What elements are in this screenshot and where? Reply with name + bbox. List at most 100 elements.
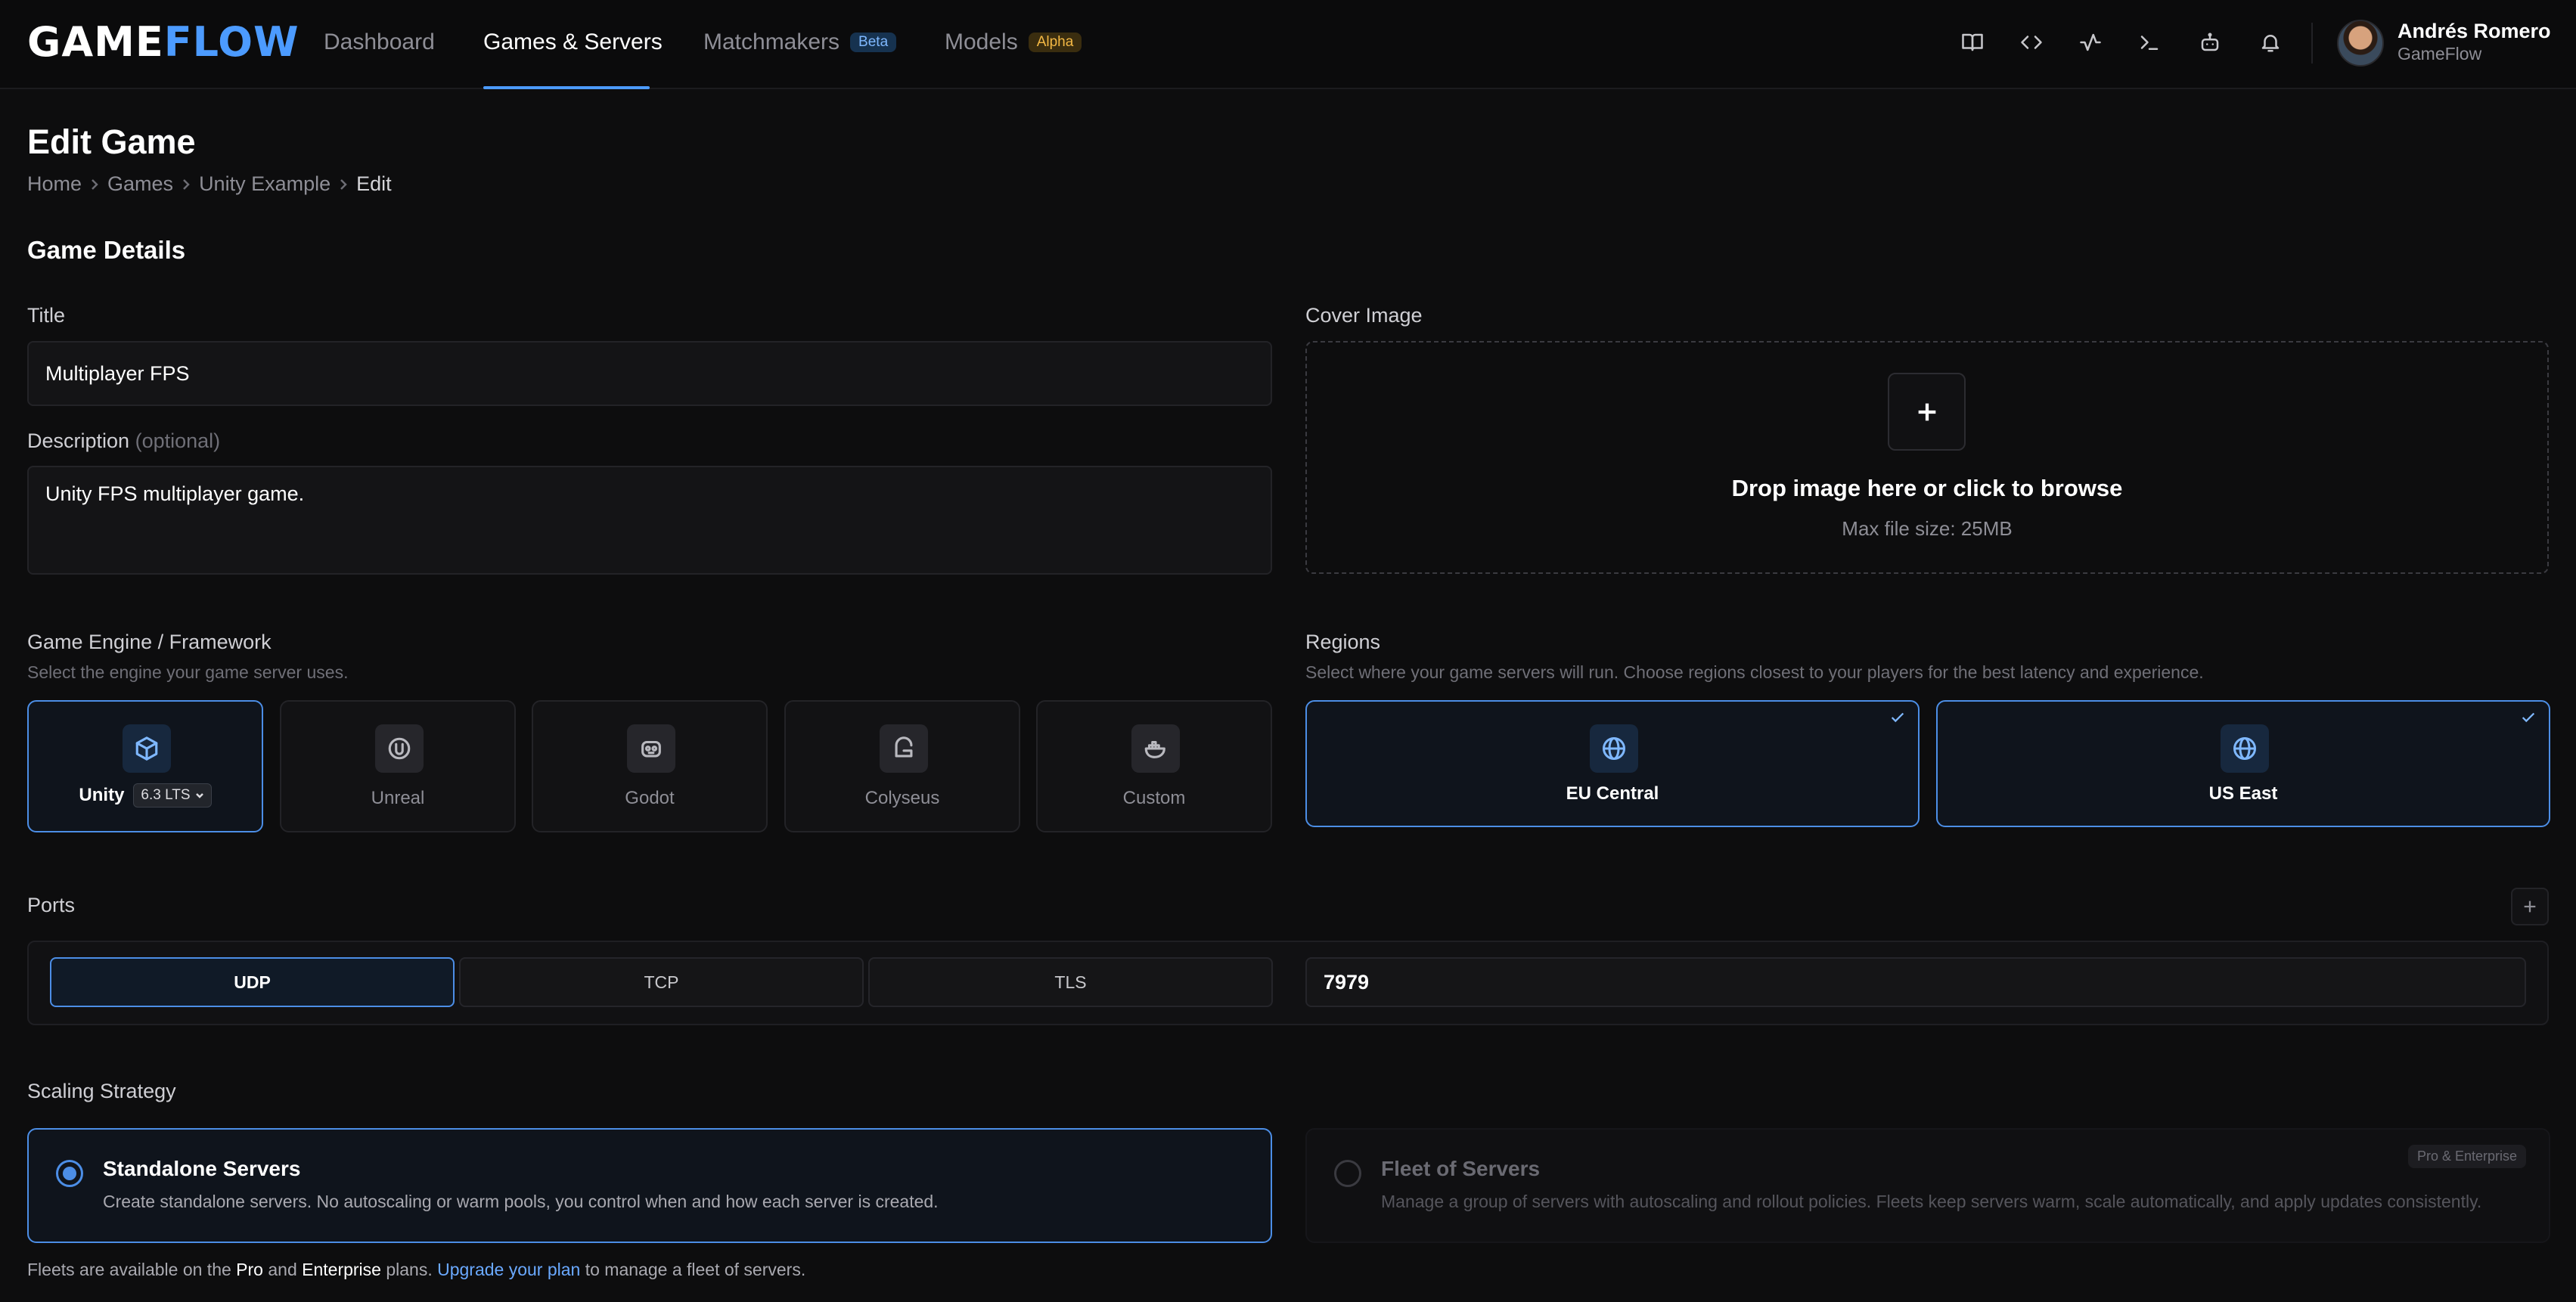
- description-label: Description (optional): [27, 429, 220, 453]
- check-icon: [2520, 709, 2537, 726]
- robot-icon[interactable]: [2196, 29, 2224, 56]
- chevron-right-icon: [331, 178, 356, 191]
- chevron-right-icon: [173, 178, 199, 191]
- nav-link-models-label: Models: [945, 29, 1018, 54]
- port-number-input[interactable]: 7979: [1305, 957, 2526, 1007]
- regions-label: Regions: [1305, 631, 1381, 653]
- standalone-description: Create standalone servers. No autoscalin…: [103, 1192, 939, 1211]
- note-text-4: to manage a fleet of servers.: [580, 1260, 806, 1279]
- chevron-down-icon: [195, 793, 203, 798]
- title-input-value: Multiplayer FPS: [45, 361, 190, 385]
- game-details-heading: Game Details: [27, 236, 186, 264]
- upgrade-plan-link[interactable]: Upgrade your plan: [437, 1260, 580, 1279]
- unity-version-value: 6.3 LTS: [141, 787, 191, 803]
- region-option-eu-central[interactable]: EU Central: [1305, 700, 1920, 827]
- title-input[interactable]: Multiplayer FPS: [27, 341, 1272, 406]
- engine-name-colyseus: Colyseus: [864, 788, 940, 808]
- ports-label: Ports: [27, 894, 76, 916]
- breadcrumb-edit: Edit: [356, 172, 392, 195]
- unity-icon: [123, 724, 171, 773]
- breadcrumb: Home Games Unity Example Edit: [27, 172, 392, 196]
- logo-text-flow: FLOW: [163, 18, 299, 66]
- port-number-value: 7979: [1324, 970, 1370, 994]
- description-label-text: Description: [27, 429, 130, 452]
- activity-icon[interactable]: [2077, 29, 2104, 56]
- note-pro: Pro: [236, 1260, 263, 1279]
- avatar[interactable]: [2337, 20, 2384, 67]
- code-icon[interactable]: [2018, 29, 2045, 56]
- engine-option-godot[interactable]: Godot: [532, 700, 768, 832]
- godot-icon: [627, 724, 675, 773]
- breadcrumb-games[interactable]: Games: [107, 172, 173, 196]
- note-text-2: and: [262, 1260, 303, 1279]
- engine-name-custom: Custom: [1122, 788, 1186, 808]
- logo-text-game: GAME: [27, 18, 164, 66]
- plan-badge: Pro & Enterprise: [2407, 1145, 2526, 1168]
- top-navigation-bar: GAMEFLOW Dashboard Games & Servers Match…: [0, 0, 2576, 89]
- cover-image-label: Cover Image: [1305, 304, 1423, 327]
- fleet-availability-note: Fleets are available on the Pro and Ente…: [27, 1260, 805, 1280]
- globe-icon: [1590, 724, 1638, 773]
- globe-icon: [2221, 724, 2269, 773]
- engine-name-godot: Godot: [625, 788, 675, 808]
- title-label: Title: [27, 304, 66, 327]
- nav-divider: [2311, 23, 2313, 64]
- protocol-tcp-button[interactable]: TCP: [459, 957, 864, 1007]
- scaling-option-standalone[interactable]: Standalone Servers Create standalone ser…: [27, 1128, 1272, 1243]
- nav-link-matchmakers-label: Matchmakers: [703, 29, 840, 54]
- colyseus-icon: [880, 724, 928, 773]
- engine-help: Select the engine your game server uses.: [27, 662, 349, 682]
- docker-icon: [1131, 724, 1180, 773]
- description-textarea[interactable]: Unity FPS multiplayer game.: [27, 466, 1272, 575]
- dropzone-instruction: Drop image here or click to browse: [1731, 475, 2123, 501]
- engine-name-unreal: Unreal: [371, 788, 425, 808]
- engine-option-colyseus[interactable]: Colyseus: [784, 700, 1020, 832]
- nav-link-games-servers[interactable]: Games & Servers: [483, 29, 663, 56]
- unity-version-select[interactable]: 6.3 LTS: [133, 783, 212, 808]
- nav-link-dashboard[interactable]: Dashboard: [324, 29, 435, 56]
- user-name: Andrés Romero: [2398, 20, 2551, 42]
- user-organization: GameFlow: [2398, 44, 2482, 64]
- plus-icon: [2524, 901, 2536, 913]
- check-icon: [1889, 709, 1906, 726]
- fleet-title: Fleet of Servers: [1381, 1157, 1541, 1180]
- note-text-1: Fleets are available on the: [27, 1260, 237, 1279]
- engine-option-unreal[interactable]: Unreal: [280, 700, 516, 832]
- nav-link-matchmakers[interactable]: Matchmakers Beta: [703, 29, 897, 56]
- add-port-button[interactable]: [2511, 888, 2549, 925]
- engine-option-custom[interactable]: Custom: [1036, 700, 1272, 832]
- book-icon[interactable]: [1959, 29, 1986, 56]
- breadcrumb-home[interactable]: Home: [27, 172, 82, 196]
- engine-label: Game Engine / Framework: [27, 631, 272, 653]
- region-name-eu-central: EU Central: [1566, 783, 1659, 804]
- page-title: Edit Game: [27, 122, 196, 161]
- engine-option-unity[interactable]: Unity 6.3 LTS: [27, 700, 263, 832]
- unreal-icon: [375, 724, 424, 773]
- region-option-us-east[interactable]: US East: [1936, 700, 2550, 827]
- breadcrumb-unity-example[interactable]: Unity Example: [199, 172, 331, 196]
- bell-icon[interactable]: [2257, 29, 2284, 56]
- beta-badge: Beta: [850, 33, 897, 52]
- alpha-badge: Alpha: [1028, 33, 1082, 52]
- fleet-description: Manage a group of servers with autoscali…: [1381, 1192, 2482, 1211]
- region-name-us-east: US East: [2208, 783, 2278, 804]
- plus-icon[interactable]: [1888, 373, 1966, 451]
- radio-standalone[interactable]: [56, 1160, 83, 1187]
- description-textarea-value: Unity FPS multiplayer game.: [45, 482, 305, 505]
- dropzone-max-size: Max file size: 25MB: [1842, 517, 2013, 540]
- regions-help: Select where your game servers will run.…: [1305, 662, 2204, 682]
- standalone-title: Standalone Servers: [103, 1157, 301, 1180]
- active-tab-indicator: [483, 86, 650, 89]
- radio-fleet: [1334, 1160, 1361, 1187]
- scaling-label: Scaling Strategy: [27, 1080, 176, 1102]
- note-text-3: plans.: [380, 1260, 438, 1279]
- chevron-right-icon: [82, 178, 107, 191]
- nav-link-models[interactable]: Models Alpha: [945, 29, 1082, 56]
- scaling-option-fleet: Fleet of Servers Manage a group of serve…: [1305, 1128, 2550, 1243]
- terminal-icon[interactable]: [2136, 29, 2163, 56]
- protocol-udp-button[interactable]: UDP: [50, 957, 455, 1007]
- gameflow-logo[interactable]: GAMEFLOW: [27, 21, 299, 64]
- protocol-tls-button[interactable]: TLS: [868, 957, 1273, 1007]
- optional-hint: (optional): [135, 429, 221, 452]
- engine-name-unity: Unity: [79, 785, 125, 805]
